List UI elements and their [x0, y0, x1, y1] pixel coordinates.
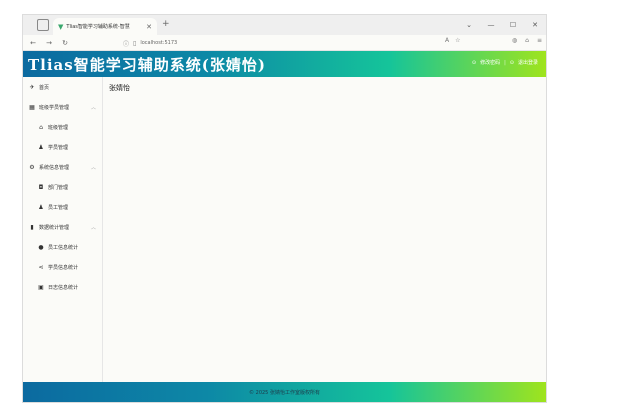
- app-footer: © 2025 张婧怡工作室版权所有: [23, 382, 546, 402]
- sidebar-item-class-student[interactable]: ▦ 班级学员管理 ︿: [23, 97, 102, 117]
- sidebar-item-emp-stats[interactable]: ● 员工信息统计: [23, 237, 102, 257]
- logout-icon: ⊙: [509, 59, 514, 66]
- browser-toolbar: ◍ ⌂ ≡: [512, 37, 542, 44]
- sidebar-item-student-manage[interactable]: ♟ 学员管理: [23, 137, 102, 157]
- maximize-icon[interactable]: ☐: [502, 21, 524, 29]
- favicon-icon: ▼: [58, 22, 64, 31]
- sidebar-item-log-stats[interactable]: ▣ 日志信息统计: [23, 277, 102, 297]
- grid-icon: ▦: [29, 103, 35, 111]
- url-text: localhost:5173: [140, 40, 178, 46]
- sidebar-item-statistics[interactable]: ▮ 数据统计管理 ︿: [23, 217, 102, 237]
- gear-icon: ⚙: [29, 163, 35, 171]
- change-password-link[interactable]: 修改密码: [480, 59, 500, 66]
- profile-icon[interactable]: ⌂: [525, 37, 529, 44]
- new-tab-icon[interactable]: +: [162, 19, 170, 29]
- window-controls: ⌄ — ☐ ✕: [458, 15, 546, 35]
- translate-icon[interactable]: A: [445, 37, 449, 44]
- sidebar-item-label: 日志信息统计: [48, 284, 79, 291]
- sidebar-item-label: 员工管理: [48, 204, 69, 211]
- sidebar-item-label: 班级管理: [48, 124, 69, 131]
- user-icon: ♟: [38, 203, 44, 211]
- doc-icon: ▣: [38, 283, 44, 291]
- main-content: 张婧怡: [103, 77, 546, 382]
- sidebar-menu: ✈ 首页 ▦ 班级学员管理 ︿ ⌂ 班级管理 ♟ 学员管理 ⚙ 系统信息管理 ︿: [23, 77, 103, 382]
- sidebar-item-label: 班级学员管理: [39, 104, 70, 111]
- change-password-icon: ⊙: [471, 59, 477, 66]
- sidebar-item-label: 员工信息统计: [48, 244, 79, 251]
- app-body: ✈ 首页 ▦ 班级学员管理 ︿ ⌂ 班级管理 ♟ 学员管理 ⚙ 系统信息管理 ︿: [23, 77, 546, 382]
- sidebar-item-label: 数据统计管理: [39, 224, 70, 231]
- pin-icon: ✈: [29, 83, 35, 91]
- tab-dropdown-icon[interactable]: ⌄: [458, 21, 480, 29]
- sidebar-item-emp-manage[interactable]: ♟ 员工管理: [23, 197, 102, 217]
- sidebar-item-class-manage[interactable]: ⌂ 班级管理: [23, 117, 102, 137]
- sidebar-item-dept-manage[interactable]: ◘ 部门管理: [23, 177, 102, 197]
- page-icon: ▯: [133, 39, 137, 47]
- chevron-up-icon: ︿: [90, 164, 96, 171]
- close-tab-icon[interactable]: ✕: [146, 23, 152, 31]
- app-header: Tlias智能学习辅助系统(张婧怡) ⊙ 修改密码 | ⊙ 退出登录: [23, 51, 546, 77]
- welcome-user-name: 张婧怡: [109, 84, 130, 92]
- sidebar-item-label: 部门管理: [48, 184, 69, 191]
- header-actions: ⊙ 修改密码 | ⊙ 退出登录: [471, 59, 538, 67]
- favorite-star-icon[interactable]: ☆: [455, 37, 460, 44]
- browser-tab[interactable]: ▼ Tlias智能学习辅助系统-智慧 ✕: [53, 18, 157, 35]
- sidebar-item-student-stats[interactable]: ⋖ 学员信息统计: [23, 257, 102, 277]
- sidebar-item-system[interactable]: ⚙ 系统信息管理 ︿: [23, 157, 102, 177]
- tab-actions-icon[interactable]: [37, 19, 49, 31]
- reload-icon[interactable]: ↻: [59, 39, 71, 47]
- browser-window: ▼ Tlias智能学习辅助系统-智慧 ✕ + ⌄ — ☐ ✕ ← → ↻ ⓘ ▯…: [22, 14, 547, 403]
- sidebar-item-home[interactable]: ✈ 首页: [23, 77, 102, 97]
- chevron-up-icon: ︿: [90, 104, 96, 111]
- forward-icon[interactable]: →: [43, 39, 55, 47]
- user-icon: ♟: [38, 143, 44, 151]
- sidebar-item-label: 系统信息管理: [39, 164, 70, 171]
- tab-bar: ▼ Tlias智能学习辅助系统-智慧 ✕ + ⌄ — ☐ ✕: [23, 15, 546, 35]
- extensions-icon[interactable]: ◍: [512, 37, 517, 44]
- dept-icon: ◘: [38, 183, 44, 191]
- home-icon: ⌂: [39, 123, 43, 131]
- address-actions: A ☆: [445, 37, 461, 44]
- info-icon: ●: [38, 243, 44, 251]
- sidebar-item-label: 学员信息统计: [48, 264, 79, 271]
- copyright-text: © 2025 张婧怡工作室版权所有: [249, 389, 320, 396]
- url-field[interactable]: ⓘ ▯ localhost:5173: [123, 37, 443, 49]
- logout-link[interactable]: 退出登录: [518, 59, 538, 66]
- menu-icon[interactable]: ≡: [537, 37, 542, 44]
- info-icon[interactable]: ⓘ: [123, 39, 129, 48]
- back-icon[interactable]: ←: [27, 39, 39, 47]
- tab-title: Tlias智能学习辅助系统-智慧: [66, 24, 130, 30]
- app-title: Tlias智能学习辅助系统(张婧怡): [28, 55, 266, 74]
- sidebar-item-label: 学员管理: [48, 144, 69, 151]
- chevron-up-icon: ︿: [90, 224, 96, 231]
- address-bar: ← → ↻ ⓘ ▯ localhost:5173 A ☆ ◍ ⌂ ≡: [23, 35, 546, 51]
- chart-icon: ▮: [30, 223, 34, 231]
- minimize-icon[interactable]: —: [480, 21, 502, 29]
- close-window-icon[interactable]: ✕: [524, 21, 546, 29]
- header-separator: |: [504, 59, 506, 66]
- sidebar-item-label: 首页: [39, 84, 50, 91]
- share-icon: ⋖: [38, 263, 44, 271]
